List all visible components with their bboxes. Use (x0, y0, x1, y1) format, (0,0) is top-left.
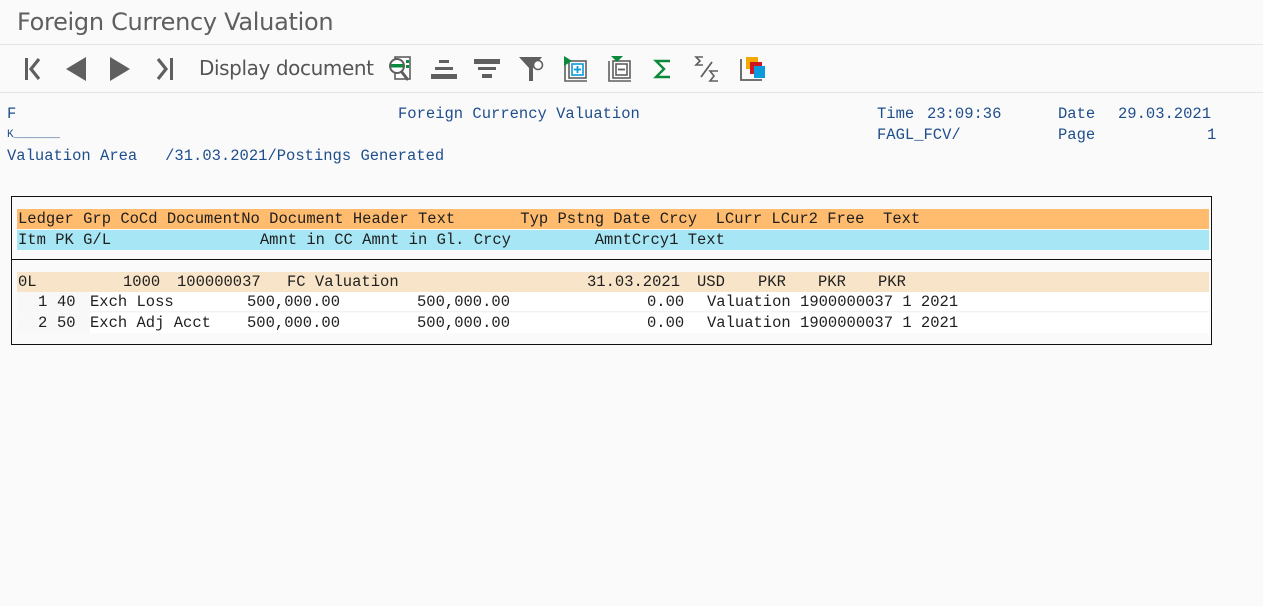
cocd-cell: 1000 (123, 273, 161, 291)
filter-icon (519, 57, 544, 81)
total-button[interactable] (650, 53, 676, 85)
collapse-icon (608, 56, 631, 82)
expand-icon (564, 56, 587, 82)
amnt-crcy1-cell: 0.00 (647, 293, 685, 311)
subtotal-button[interactable] (693, 53, 721, 85)
last-page-icon (156, 58, 173, 80)
page-number: 1 (1207, 126, 1217, 144)
date-value: 29.03.2021 (1118, 105, 1212, 123)
free-cell: PKR (878, 273, 906, 291)
subtotal-icon (694, 56, 718, 82)
pk-cell: 50 (57, 314, 76, 332)
filter-button[interactable] (518, 53, 546, 85)
item-row[interactable]: 1 40 Exch Loss 500,000.00 500,000.00 0.0… (17, 292, 1209, 312)
total-icon (653, 59, 670, 79)
display-document-button[interactable]: Display document (199, 56, 374, 80)
previous-page-icon (66, 57, 86, 81)
amnt-cc-cell: 500,000.00 (247, 314, 341, 332)
next-page-button[interactable] (106, 53, 134, 85)
sort-ascending-icon (431, 60, 457, 79)
item-text-cell: Valuation 1900000037 1 2021 (707, 293, 959, 311)
amnt-gl-cell: 500,000.00 (417, 293, 511, 311)
table-header-row-2: Itm PK G/L Amnt in CC Amnt in Gl. Crcy A… (17, 230, 1209, 250)
previous-page-button[interactable] (62, 53, 90, 85)
title-bar: Foreign Currency Valuation (0, 0, 1263, 45)
detail-view-button[interactable] (387, 53, 415, 85)
program-name: FAGL_FCV/ (877, 126, 961, 144)
gl-cell: Exch Adj Acct (90, 314, 211, 332)
pk-cell: 40 (57, 293, 76, 311)
crcy-cell: USD (697, 273, 725, 291)
time-label: Time (877, 105, 915, 123)
window-title: Foreign Currency Valuation (17, 8, 334, 36)
itm-pk-bg (17, 313, 90, 333)
last-page-button[interactable] (152, 53, 178, 85)
next-page-icon (110, 57, 130, 81)
amnt-gl-cell: 500,000.00 (417, 314, 511, 332)
sort-descending-icon (474, 59, 500, 78)
itm-cell: 1 (38, 293, 48, 311)
date-label: Date (1058, 105, 1096, 123)
amnt-crcy1-cell: 0.00 (647, 314, 685, 332)
posting-date-cell: 31.03.2021 (587, 273, 681, 291)
table-header-row-1: Ledger Grp CoCd DocumentNo Document Head… (17, 209, 1209, 229)
time-value: 23:09:36 (927, 105, 1002, 123)
gl-cell: Exch Loss (90, 293, 174, 311)
report-line2-left: K_______ (7, 129, 60, 141)
document-no-cell[interactable]: 100000037 (177, 272, 261, 292)
sort-descending-button[interactable] (473, 53, 501, 85)
report-table: Ledger Grp CoCd DocumentNo Document Head… (11, 196, 1212, 345)
detail-view-icon (389, 56, 411, 81)
toolbar: Display document (0, 45, 1263, 93)
header-row-1-text: Ledger Grp CoCd DocumentNo Document Head… (18, 210, 921, 228)
valuation-area-line: Valuation Area /31.03.2021/Postings Gene… (7, 147, 445, 165)
header-row-2-text: Itm PK G/L Amnt in CC Amnt in Gl. Crcy A… (18, 231, 725, 249)
itm-pk-bg (17, 292, 90, 312)
report-line1-left: F (7, 105, 17, 123)
page-label: Page (1058, 126, 1096, 144)
report-title: Foreign Currency Valuation (398, 105, 640, 123)
sort-ascending-button[interactable] (430, 53, 458, 85)
lcur2-cell: PKR (818, 273, 846, 291)
first-page-icon (25, 58, 41, 80)
item-row[interactable]: 2 50 Exch Adj Acct 500,000.00 500,000.00… (17, 313, 1209, 333)
layout-button[interactable] (738, 53, 768, 85)
expand-button[interactable] (562, 53, 590, 85)
ledger-cell: 0L (18, 273, 37, 291)
first-page-button[interactable] (20, 53, 46, 85)
item-text-cell: Valuation 1900000037 1 2021 (707, 314, 959, 332)
lcurr-cell: PKR (758, 273, 786, 291)
header-text-cell: FC Valuation (287, 273, 399, 291)
collapse-button[interactable] (606, 53, 634, 85)
itm-cell: 2 (38, 314, 48, 332)
document-row[interactable]: 0L 1000 100000037 FC Valuation 31.03.202… (17, 272, 1209, 292)
layout-icon (740, 57, 765, 81)
amnt-cc-cell: 500,000.00 (247, 293, 341, 311)
header-separator (12, 259, 1211, 260)
